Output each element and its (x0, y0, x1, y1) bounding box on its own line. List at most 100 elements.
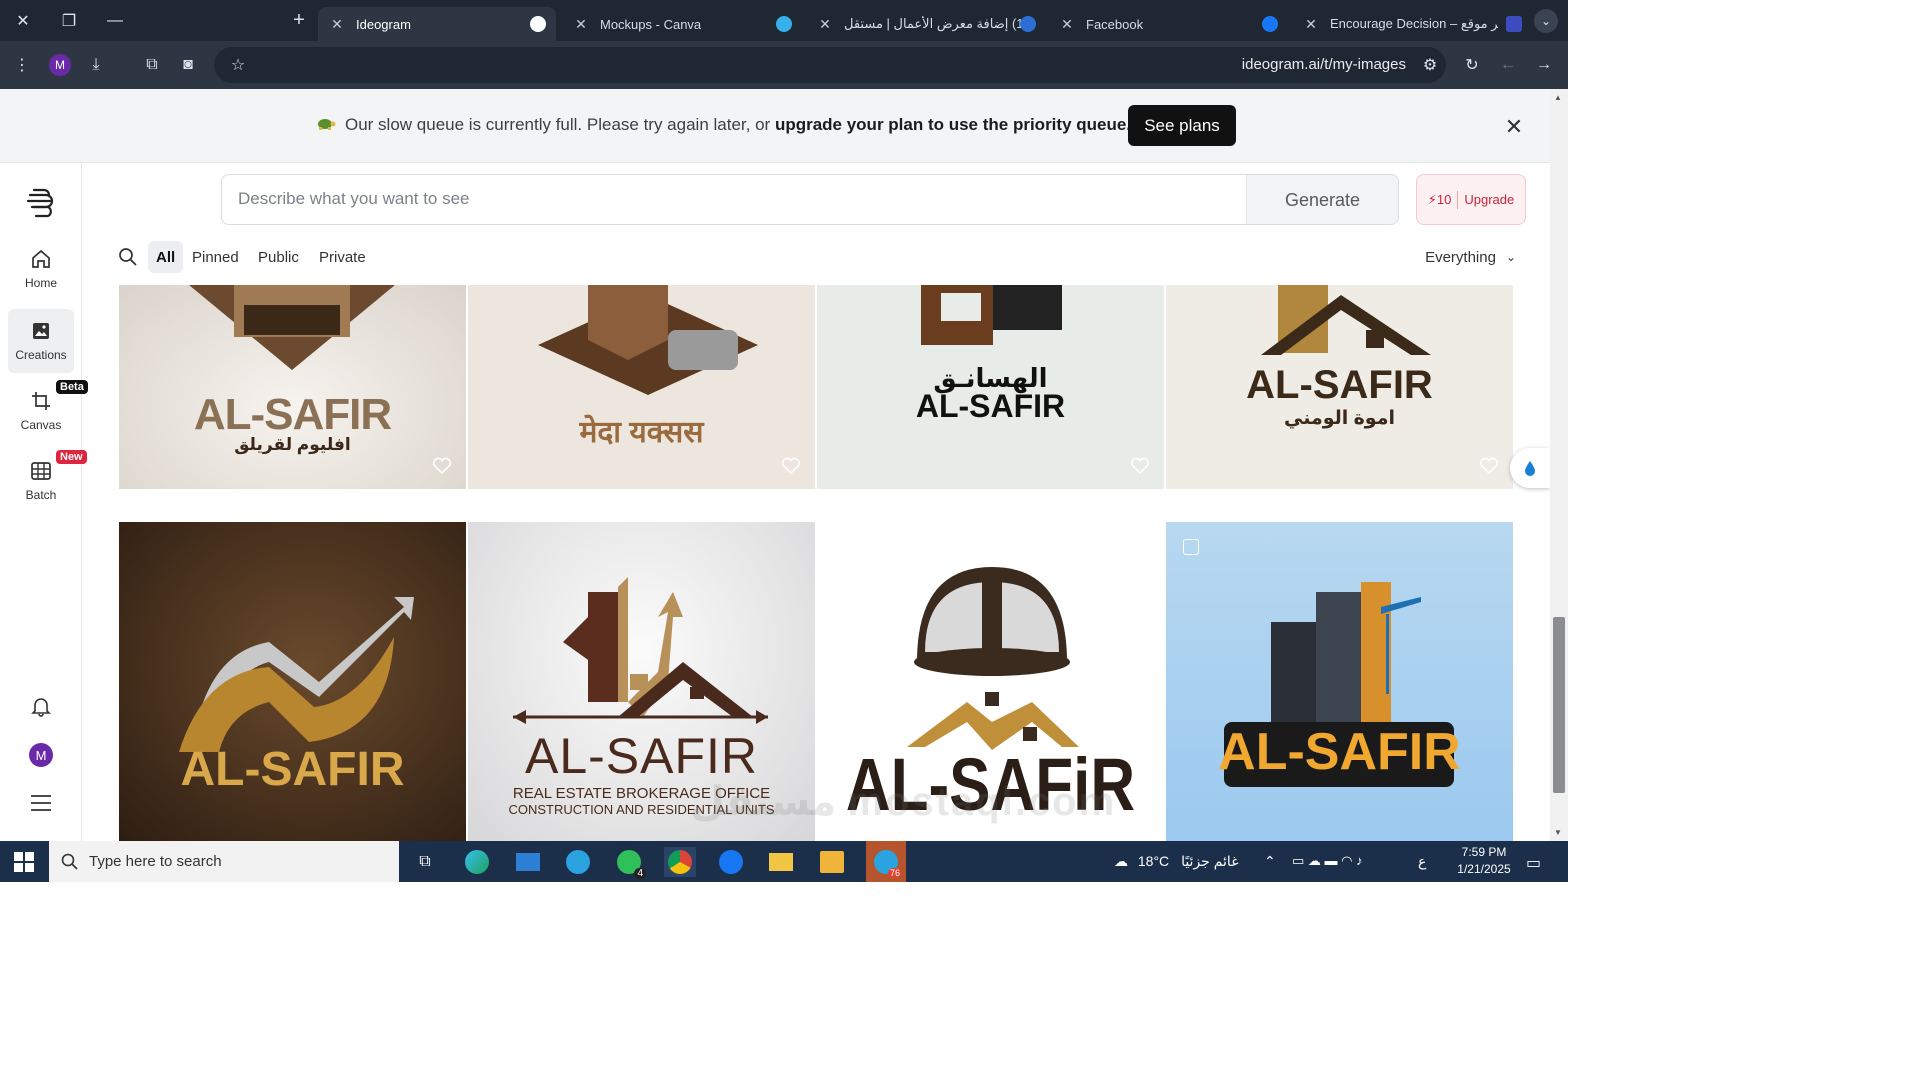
heart-icon[interactable] (1130, 457, 1150, 475)
address-bar[interactable]: ☆ ideogram.ai/t/my-images ⚙ (214, 47, 1446, 83)
close-banner-icon[interactable]: ✕ (1500, 113, 1528, 141)
gallery-tile[interactable]: الهسانـق AL-SAFIR (817, 285, 1164, 489)
sidebar-item-home[interactable]: Home (8, 237, 74, 301)
reload-icon[interactable]: ↻ (1460, 53, 1484, 77)
download-icon[interactable]: ⤓ (84, 53, 108, 77)
sidebar-item-creations[interactable]: Creations (8, 309, 74, 373)
heart-icon[interactable] (1479, 457, 1499, 475)
generate-button[interactable]: Generate (1246, 175, 1398, 224)
close-tab-icon[interactable]: ✕ (1058, 16, 1076, 33)
forward-icon[interactable]: → (1532, 53, 1556, 77)
filter-tab-public[interactable]: Public (250, 241, 307, 273)
tab-title: (1) إضافة معرض الأعمال | مستقل (844, 16, 1028, 31)
heart-icon[interactable] (781, 457, 801, 475)
user-avatar[interactable]: M (29, 743, 53, 767)
credits-upgrade-button[interactable]: ⚡ 10 Upgrade (1416, 174, 1526, 225)
notification-icon[interactable]: ▭ (1526, 853, 1541, 873)
tab-facebook[interactable]: ✕ Facebook (1048, 7, 1288, 41)
filter-bar: All Pinned Public Private Everything ⌄ (116, 241, 1526, 273)
site-settings-icon[interactable]: ⚙ (1418, 53, 1442, 77)
tab-encourage[interactable]: ✕ Encourage Decision – آخر موقع (1292, 7, 1532, 41)
restore-window-button[interactable]: ❐ (46, 0, 92, 41)
ideogram-favicon-icon (530, 16, 546, 32)
site-watermark: مستقل mostaql.com (690, 780, 1117, 824)
sidebar-item-batch[interactable]: New Batch (8, 449, 87, 513)
gallery-tile[interactable]: AL-SAFIR (119, 522, 466, 841)
tab-canva[interactable]: ✕ Mockups - Canva (562, 7, 802, 41)
language-indicator[interactable]: ع (1418, 853, 1426, 870)
home-icon (32, 249, 50, 268)
filter-tab-pinned[interactable]: Pinned (184, 241, 247, 273)
sidebar: Home Creations Beta Canvas New Batch M (0, 163, 88, 841)
mostaql-favicon-icon (1020, 16, 1036, 32)
edge-icon[interactable] (462, 847, 492, 877)
url-text[interactable]: ideogram.ai/t/my-images (1242, 56, 1406, 73)
scroll-thumb[interactable] (1553, 617, 1565, 793)
profile-avatar[interactable]: M (48, 53, 72, 77)
gallery-tile[interactable]: AL-SAFIR (1166, 522, 1513, 841)
prompt-input[interactable] (238, 189, 1138, 209)
facebook-icon[interactable] (716, 847, 746, 877)
telegram-icon[interactable] (563, 847, 593, 877)
magic-drop-button[interactable] (1510, 448, 1550, 488)
scroll-up-icon[interactable]: ▲ (1554, 93, 1562, 102)
close-tab-icon[interactable]: ✕ (816, 16, 834, 33)
browser-tabstrip: ✕ ❐ — + ✕ Ideogram ✕ Mockups - Canva ✕ (… (0, 0, 1568, 41)
gallery-tile[interactable]: AL-SAFIR اموة الومني (1166, 285, 1513, 489)
heart-icon[interactable] (432, 457, 452, 475)
gallery-tile[interactable]: AL-SAFIR افليوم لقريلق (119, 285, 466, 489)
new-tab-button[interactable]: + (276, 0, 322, 41)
tab-search-button[interactable]: ⌄ (1526, 0, 1566, 41)
file-explorer-icon[interactable] (766, 847, 796, 877)
water-drop-icon (1525, 461, 1535, 476)
system-clock[interactable]: 7:59 PM 1/21/2025 (1445, 844, 1523, 878)
extensions-icon[interactable]: ⧉ (140, 53, 164, 77)
close-tab-icon[interactable]: ✕ (1302, 16, 1320, 33)
weather-widget[interactable]: ☁ 18°C غائم جزئيًا (1114, 853, 1239, 870)
close-tab-icon[interactable]: ✕ (328, 16, 346, 33)
browser-toolbar: ⋮ M ⤓ ⧉ ◙ ☆ ideogram.ai/t/my-images ⚙ ↻ … (0, 41, 1568, 89)
new-badge: New (56, 450, 87, 464)
scroll-down-icon[interactable]: ▼ (1554, 828, 1562, 837)
ideogram-logo-icon[interactable] (24, 185, 58, 219)
chevron-up-icon[interactable]: ⌃ (1264, 853, 1276, 870)
chrome-icon[interactable] (664, 847, 696, 877)
bell-icon[interactable] (30, 695, 52, 717)
scope-dropdown[interactable]: Everything ⌄ (1425, 241, 1516, 273)
tile-title: AL-SAFIR (193, 390, 392, 439)
weather-text: غائم جزئيًا (1181, 853, 1239, 869)
search-icon[interactable] (118, 247, 138, 267)
close-tab-icon[interactable]: ✕ (572, 16, 590, 33)
tile-subtitle: افليوم لقريلق (234, 435, 351, 454)
see-plans-button[interactable]: See plans (1128, 105, 1236, 146)
tab-title: Mockups - Canva (600, 16, 702, 32)
hamburger-menu-icon[interactable] (30, 793, 52, 813)
back-icon[interactable]: ← (1496, 53, 1520, 77)
app-icon[interactable] (817, 847, 847, 877)
filter-tab-private[interactable]: Private (311, 241, 374, 273)
mail-icon[interactable] (513, 847, 543, 877)
kebab-menu-icon[interactable]: ⋮ (10, 53, 34, 77)
search-icon (61, 853, 78, 870)
tab-ideogram[interactable]: ✕ Ideogram (318, 7, 556, 41)
sidebar-item-canvas[interactable]: Beta Canvas (8, 379, 88, 443)
gallery-tile[interactable]: मेदा यक्सस (468, 285, 815, 489)
bookmark-star-icon[interactable]: ☆ (226, 53, 250, 77)
tile-title: AL-SAFIR (524, 728, 759, 784)
telegram-active-icon[interactable]: 76 (866, 841, 906, 882)
whatsapp-icon[interactable]: 4 (614, 847, 646, 879)
tab-mostaql[interactable]: ✕ (1) إضافة معرض الأعمال | مستقل (806, 7, 1046, 41)
banner-upgrade-link[interactable]: upgrade your plan to use the priority qu… (775, 115, 1131, 134)
canvas-crop-icon (32, 392, 50, 410)
page-scrollbar[interactable]: ▲ ▼ (1550, 89, 1568, 841)
prompt-box: Generate (221, 174, 1399, 225)
minimize-window-button[interactable]: — (92, 0, 138, 41)
filter-tab-all[interactable]: All (148, 241, 184, 273)
weather-icon: ☁ (1114, 853, 1128, 869)
taskbar-search[interactable]: Type here to search (49, 841, 399, 882)
task-view-icon[interactable]: ⧉ (410, 847, 440, 877)
close-window-button[interactable]: ✕ (0, 0, 46, 41)
screenshot-icon[interactable]: ◙ (176, 53, 200, 77)
windows-start-icon[interactable] (14, 852, 34, 872)
tray-icons[interactable]: ▭ ☁ ▬ ◠ ♪ (1292, 853, 1363, 869)
